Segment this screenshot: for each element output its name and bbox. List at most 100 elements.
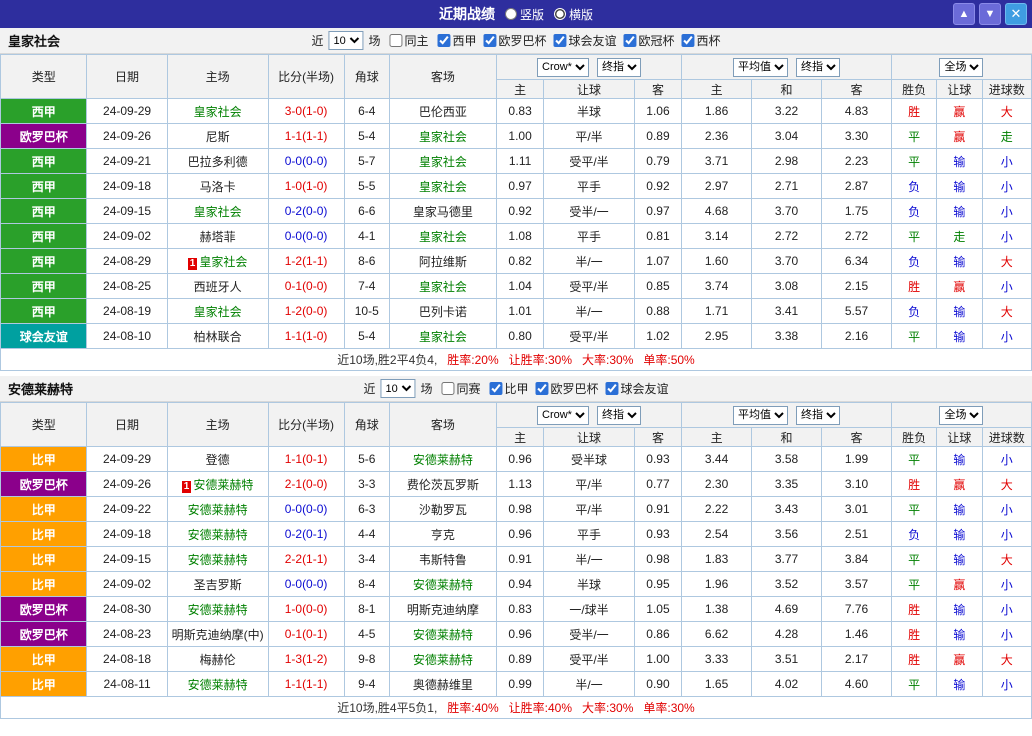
league-filter[interactable]: 欧罗巴杯 bbox=[529, 380, 599, 397]
home-team[interactable]: 巴拉多利德 bbox=[167, 149, 268, 174]
home-team[interactable]: 圣吉罗斯 bbox=[167, 572, 268, 597]
away-team[interactable]: 奥德赫维里 bbox=[389, 672, 496, 697]
league-checkbox[interactable] bbox=[554, 34, 567, 47]
away-team[interactable]: 安德莱赫特 bbox=[389, 447, 496, 472]
bookmaker-select[interactable]: Crow* bbox=[537, 406, 589, 425]
away-team[interactable]: 皇家马德里 bbox=[389, 199, 496, 224]
home-team[interactable]: 安德莱赫特 bbox=[167, 547, 268, 572]
away-team[interactable]: 明斯克迪纳摩 bbox=[389, 597, 496, 622]
page-title: 近期战绩 bbox=[439, 4, 495, 24]
arrow-up-icon: ▲ bbox=[959, 8, 970, 20]
away-team[interactable]: 费伦茨瓦罗斯 bbox=[389, 472, 496, 497]
avg-lose-odds: 1.99 bbox=[822, 447, 892, 472]
away-team[interactable]: 皇家社会 bbox=[389, 174, 496, 199]
avg-lose-odds: 3.30 bbox=[822, 124, 892, 149]
match-type: 比甲 bbox=[1, 572, 87, 597]
league-filter[interactable]: 球会友谊 bbox=[547, 32, 617, 49]
home-team[interactable]: 安德莱赫特 bbox=[167, 522, 268, 547]
scroll-down-button[interactable]: ▼ bbox=[979, 3, 1001, 25]
handicap-line: 受半/一 bbox=[544, 622, 635, 647]
match-type: 比甲 bbox=[1, 672, 87, 697]
home-team[interactable]: 安德莱赫特 bbox=[167, 597, 268, 622]
match-date: 24-08-25 bbox=[87, 274, 167, 299]
radio-horizontal[interactable]: 横版 bbox=[554, 6, 593, 23]
match-row: 比甲24-09-22安德莱赫特0-0(0-0)6-3沙勒罗瓦0.98平/半0.9… bbox=[1, 497, 1032, 522]
home-team[interactable]: 1皇家社会 bbox=[167, 249, 268, 274]
radio-horizontal-input[interactable] bbox=[554, 8, 566, 20]
away-team[interactable]: 安德莱赫特 bbox=[389, 572, 496, 597]
league-checkbox[interactable] bbox=[624, 34, 637, 47]
close-button[interactable]: ✕ bbox=[1005, 3, 1027, 25]
recent-count-select[interactable]: 10 bbox=[328, 31, 363, 50]
away-team[interactable]: 巴伦西亚 bbox=[389, 99, 496, 124]
radio-vertical-input[interactable] bbox=[505, 8, 517, 20]
home-team-name: 皇家社会 bbox=[194, 305, 242, 319]
sub-header-home-odds: 主 bbox=[496, 428, 543, 447]
away-team[interactable]: 巴列卡诺 bbox=[389, 299, 496, 324]
result-outcome: 平 bbox=[891, 124, 936, 149]
home-team[interactable]: 安德莱赫特 bbox=[167, 497, 268, 522]
home-team[interactable]: 西班牙人 bbox=[167, 274, 268, 299]
away-team-name: 安德莱赫特 bbox=[413, 653, 473, 667]
league-filter[interactable]: 西甲 bbox=[430, 32, 476, 49]
avg-time-select[interactable]: 终指 bbox=[796, 406, 840, 425]
away-team[interactable]: 亨克 bbox=[389, 522, 496, 547]
league-filter[interactable]: 球会友谊 bbox=[599, 380, 669, 397]
away-team[interactable]: 皇家社会 bbox=[389, 224, 496, 249]
home-team[interactable]: 梅赫伦 bbox=[167, 647, 268, 672]
bookmaker-select[interactable]: Crow* bbox=[537, 58, 589, 77]
home-team[interactable]: 马洛卡 bbox=[167, 174, 268, 199]
home-team[interactable]: 尼斯 bbox=[167, 124, 268, 149]
home-team[interactable]: 1安德莱赫特 bbox=[167, 472, 268, 497]
league-checkbox[interactable] bbox=[682, 34, 695, 47]
league-filter[interactable]: 欧罗巴杯 bbox=[477, 32, 547, 49]
home-team[interactable]: 安德莱赫特 bbox=[167, 672, 268, 697]
league-filter[interactable]: 欧冠杯 bbox=[617, 32, 675, 49]
league-checkbox[interactable] bbox=[484, 34, 497, 47]
home-team[interactable]: 明斯克迪纳摩(中) bbox=[167, 622, 268, 647]
away-team[interactable]: 安德莱赫特 bbox=[389, 622, 496, 647]
home-team[interactable]: 皇家社会 bbox=[167, 99, 268, 124]
same-venue-filter[interactable]: 同主 bbox=[382, 32, 428, 49]
away-team[interactable]: 沙勒罗瓦 bbox=[389, 497, 496, 522]
avg-time-select[interactable]: 终指 bbox=[796, 58, 840, 77]
recent-count-select[interactable]: 10 bbox=[380, 379, 415, 398]
match-date: 24-08-11 bbox=[87, 672, 167, 697]
away-team[interactable]: 皇家社会 bbox=[389, 324, 496, 349]
league-checkbox[interactable] bbox=[606, 382, 619, 395]
league-checkbox[interactable] bbox=[490, 382, 503, 395]
away-team[interactable]: 安德莱赫特 bbox=[389, 647, 496, 672]
scroll-up-button[interactable]: ▲ bbox=[953, 3, 975, 25]
radio-vertical[interactable]: 竖版 bbox=[505, 6, 544, 23]
away-team[interactable]: 阿拉维斯 bbox=[389, 249, 496, 274]
home-team[interactable]: 柏林联合 bbox=[167, 324, 268, 349]
result-handicap: 输 bbox=[937, 497, 982, 522]
odds-time-select[interactable]: 终指 bbox=[597, 406, 641, 425]
away-team[interactable]: 皇家社会 bbox=[389, 149, 496, 174]
avg-draw-odds: 3.56 bbox=[752, 522, 822, 547]
avg-odds-select[interactable]: 平均值 bbox=[733, 58, 788, 77]
league-checkbox[interactable] bbox=[536, 382, 549, 395]
same-venue-filter[interactable]: 同赛 bbox=[434, 380, 480, 397]
league-filter[interactable]: 比甲 bbox=[483, 380, 529, 397]
away-team[interactable]: 韦斯特鲁 bbox=[389, 547, 496, 572]
corner-score: 5-4 bbox=[344, 324, 389, 349]
home-team[interactable]: 登德 bbox=[167, 447, 268, 472]
scope-select[interactable]: 全场 bbox=[939, 406, 983, 425]
home-team-name: 尼斯 bbox=[206, 130, 230, 144]
scope-select[interactable]: 全场 bbox=[939, 58, 983, 77]
avg-lose-odds: 4.60 bbox=[822, 672, 892, 697]
home-team[interactable]: 皇家社会 bbox=[167, 299, 268, 324]
same-venue-checkbox[interactable] bbox=[389, 34, 402, 47]
home-team[interactable]: 赫塔菲 bbox=[167, 224, 268, 249]
league-filter[interactable]: 西杯 bbox=[675, 32, 721, 49]
handicap-line: 受平/半 bbox=[544, 647, 635, 672]
odds-time-select[interactable]: 终指 bbox=[597, 58, 641, 77]
league-checkbox[interactable] bbox=[437, 34, 450, 47]
away-team[interactable]: 皇家社会 bbox=[389, 274, 496, 299]
result-outcome: 负 bbox=[891, 522, 936, 547]
same-venue-checkbox[interactable] bbox=[441, 382, 454, 395]
avg-odds-select[interactable]: 平均值 bbox=[733, 406, 788, 425]
home-team[interactable]: 皇家社会 bbox=[167, 199, 268, 224]
away-team[interactable]: 皇家社会 bbox=[389, 124, 496, 149]
